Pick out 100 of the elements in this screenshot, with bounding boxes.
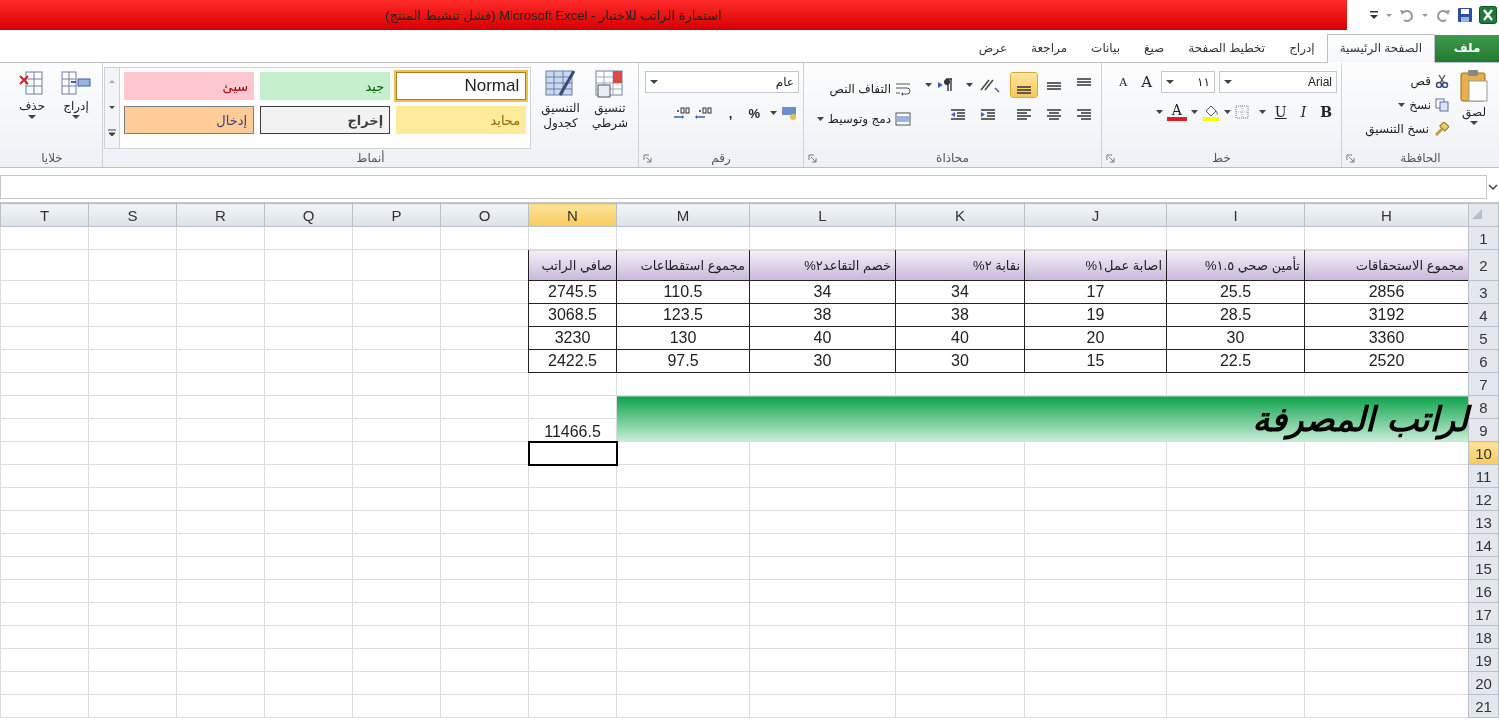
number-format-field[interactable]: عام <box>645 71 799 93</box>
table-cell: 34 <box>895 280 1025 304</box>
dropdown-caret-icon[interactable] <box>1155 110 1163 114</box>
row-header[interactable]: 20 <box>1468 671 1499 695</box>
column-header[interactable]: N <box>528 203 617 227</box>
row-header[interactable]: 13 <box>1468 510 1499 534</box>
cell-style-swatch[interactable]: إخراج <box>260 106 391 134</box>
cell-style-swatch[interactable]: محايد <box>396 106 527 134</box>
ribbon-tab[interactable]: إدراج <box>1277 35 1327 62</box>
row-header[interactable]: 11 <box>1468 464 1499 488</box>
decrease-decimal-icon[interactable] <box>672 105 691 121</box>
column-header[interactable]: O <box>440 203 529 227</box>
delete-cells-button[interactable]: حذف <box>10 67 54 149</box>
insert-cells-button[interactable]: إدراج <box>54 67 98 149</box>
dialog-launcher-icon[interactable] <box>643 154 652 163</box>
row-header[interactable]: 14 <box>1468 533 1499 557</box>
row-header[interactable]: 10 <box>1468 441 1499 465</box>
column-header[interactable]: P <box>352 203 441 227</box>
ribbon-tab[interactable]: صيغ <box>1132 35 1177 62</box>
row-header[interactable]: 7 <box>1468 372 1499 396</box>
table-cell: 2422.5 <box>528 349 617 373</box>
ribbon-tab[interactable]: الصفحة الرئيسية <box>1326 34 1435 63</box>
column-header[interactable]: M <box>616 203 750 227</box>
row-header[interactable]: 3 <box>1468 280 1499 304</box>
column-header[interactable]: Q <box>264 203 353 227</box>
row-header[interactable]: 19 <box>1468 648 1499 672</box>
file-tab[interactable]: ملف <box>1435 35 1499 62</box>
wrap-text-button[interactable]: التفاف النص <box>816 79 911 99</box>
dialog-launcher-icon[interactable] <box>1346 154 1355 163</box>
spreadsheet-app-icon[interactable] <box>1479 6 1497 24</box>
paste-button[interactable]: لصق <box>1453 67 1495 149</box>
cut-button[interactable]: قص <box>1365 71 1449 91</box>
row-header[interactable]: 17 <box>1468 602 1499 626</box>
row-header[interactable]: 6 <box>1468 349 1499 373</box>
cell-style-swatch[interactable]: سيئ <box>124 72 255 100</box>
table-cell: 40 <box>895 326 1025 350</box>
row-header[interactable]: 18 <box>1468 625 1499 649</box>
format-as-table-button[interactable]: التنسيق كجدول <box>535 67 586 149</box>
row-header[interactable]: 5 <box>1468 326 1499 350</box>
row-header[interactable]: 21 <box>1468 694 1499 718</box>
table-cell: 28.5 <box>1166 303 1305 327</box>
column-header[interactable]: H <box>1304 203 1469 227</box>
cell-style-swatch[interactable]: Normal <box>396 72 527 100</box>
comma-button[interactable]: , <box>722 105 739 121</box>
row-header[interactable]: 12 <box>1468 487 1499 511</box>
row-header[interactable]: 1 <box>1468 226 1499 250</box>
format-painter-button[interactable]: نسخ التنسيق <box>1365 119 1449 139</box>
row-header[interactable]: 4 <box>1468 303 1499 327</box>
save-icon[interactable] <box>1457 7 1473 23</box>
column-header[interactable]: J <box>1024 203 1167 227</box>
caret-icon <box>1166 79 1174 85</box>
merge-cells-icon <box>895 112 911 126</box>
active-cell[interactable] <box>528 441 617 465</box>
cell-style-swatch[interactable]: إدخال <box>124 106 255 134</box>
undo-icon[interactable] <box>1399 7 1415 23</box>
table-cell: 2856 <box>1304 280 1469 304</box>
cell-style-swatch[interactable]: جيد <box>260 72 391 100</box>
row-header[interactable]: 15 <box>1468 556 1499 580</box>
grow-font-button[interactable]: A <box>1136 73 1157 91</box>
ribbon-tab[interactable]: بيانات <box>1079 35 1132 62</box>
font-size-field[interactable]: ١١ <box>1161 71 1215 93</box>
ribbon-tab[interactable]: مراجعة <box>1019 35 1080 62</box>
dropdown-caret-icon[interactable] <box>966 83 973 87</box>
conditional-formatting-button[interactable]: تنسيق شرطي <box>585 67 634 149</box>
merge-center-button[interactable]: دمج وتوسيط <box>816 109 911 129</box>
row-header[interactable]: 2 <box>1468 249 1499 281</box>
dialog-launcher-icon[interactable] <box>1106 154 1115 163</box>
row-header[interactable]: 9 <box>1468 418 1499 442</box>
dropdown-caret-icon[interactable] <box>1190 110 1198 114</box>
ribbon-tab[interactable]: عرض <box>966 35 1020 62</box>
dropdown-caret-icon[interactable] <box>925 83 932 87</box>
copy-button[interactable]: نسخ <box>1365 95 1449 115</box>
ribbon-tab[interactable]: تخطيط الصفحة <box>1176 35 1278 62</box>
underline-button[interactable]: U <box>1269 104 1292 120</box>
dropdown-caret-icon[interactable] <box>1258 110 1266 114</box>
column-header[interactable]: R <box>176 203 265 227</box>
column-header[interactable]: T <box>0 203 89 227</box>
font-name-field[interactable]: Arial <box>1219 71 1337 93</box>
total-cell: 11466.5 <box>528 418 617 442</box>
font-color-button[interactable]: A <box>1166 103 1187 121</box>
group-label: الحافظة <box>1400 151 1441 165</box>
column-header[interactable]: I <box>1166 203 1305 227</box>
increase-decimal-icon[interactable] <box>694 105 713 121</box>
column-header[interactable]: S <box>88 203 177 227</box>
row-header[interactable]: 16 <box>1468 579 1499 603</box>
bold-button[interactable]: B <box>1315 104 1337 120</box>
percent-button[interactable]: % <box>742 105 766 121</box>
fill-color-icon[interactable] <box>1201 103 1220 121</box>
clipboard-icon <box>1459 69 1489 103</box>
dropdown-caret-icon[interactable] <box>770 111 777 115</box>
redo-icon[interactable] <box>1435 7 1451 23</box>
vertical-align-icon[interactable] <box>1011 73 1037 97</box>
column-header[interactable]: L <box>749 203 896 227</box>
customize-dropdown-icon[interactable] <box>1369 9 1379 21</box>
italic-button[interactable]: I <box>1295 104 1312 120</box>
table-header-cell: مجموع الاستحقاقات <box>1304 249 1469 281</box>
dropdown-caret-icon[interactable] <box>1223 110 1231 114</box>
dialog-launcher-icon[interactable] <box>808 154 817 163</box>
shrink-font-button[interactable]: A <box>1114 75 1133 89</box>
column-header[interactable]: K <box>895 203 1025 227</box>
